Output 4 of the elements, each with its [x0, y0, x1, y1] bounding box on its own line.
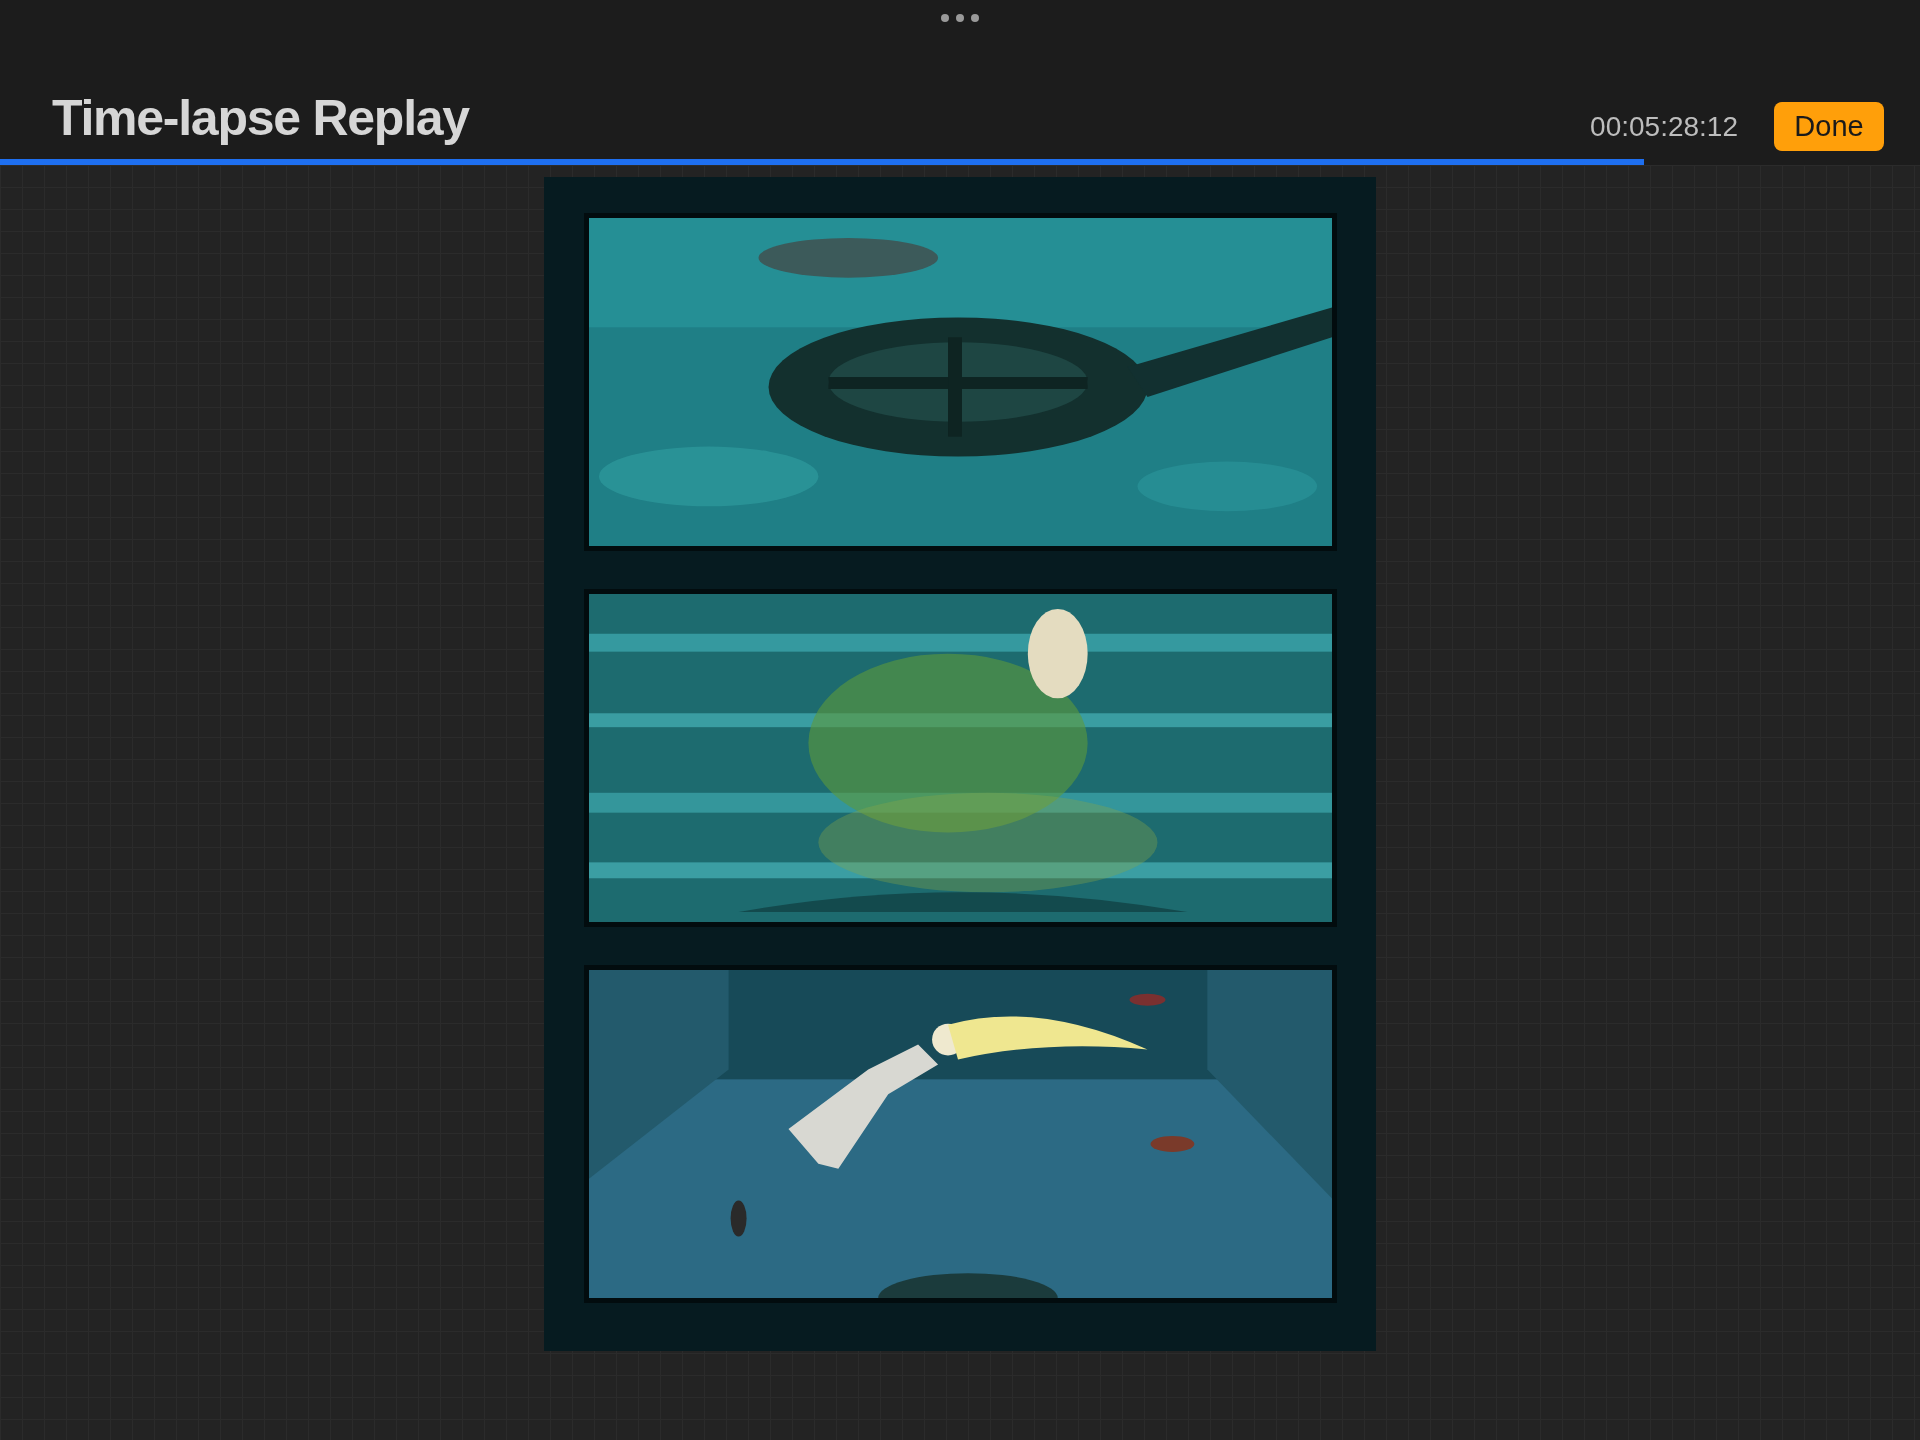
done-button[interactable]: Done [1774, 102, 1884, 151]
page-title: Time-lapse Replay [52, 93, 469, 148]
more-icon[interactable] [940, 13, 980, 23]
timestamp: 00:05:28:12 [1590, 109, 1738, 144]
